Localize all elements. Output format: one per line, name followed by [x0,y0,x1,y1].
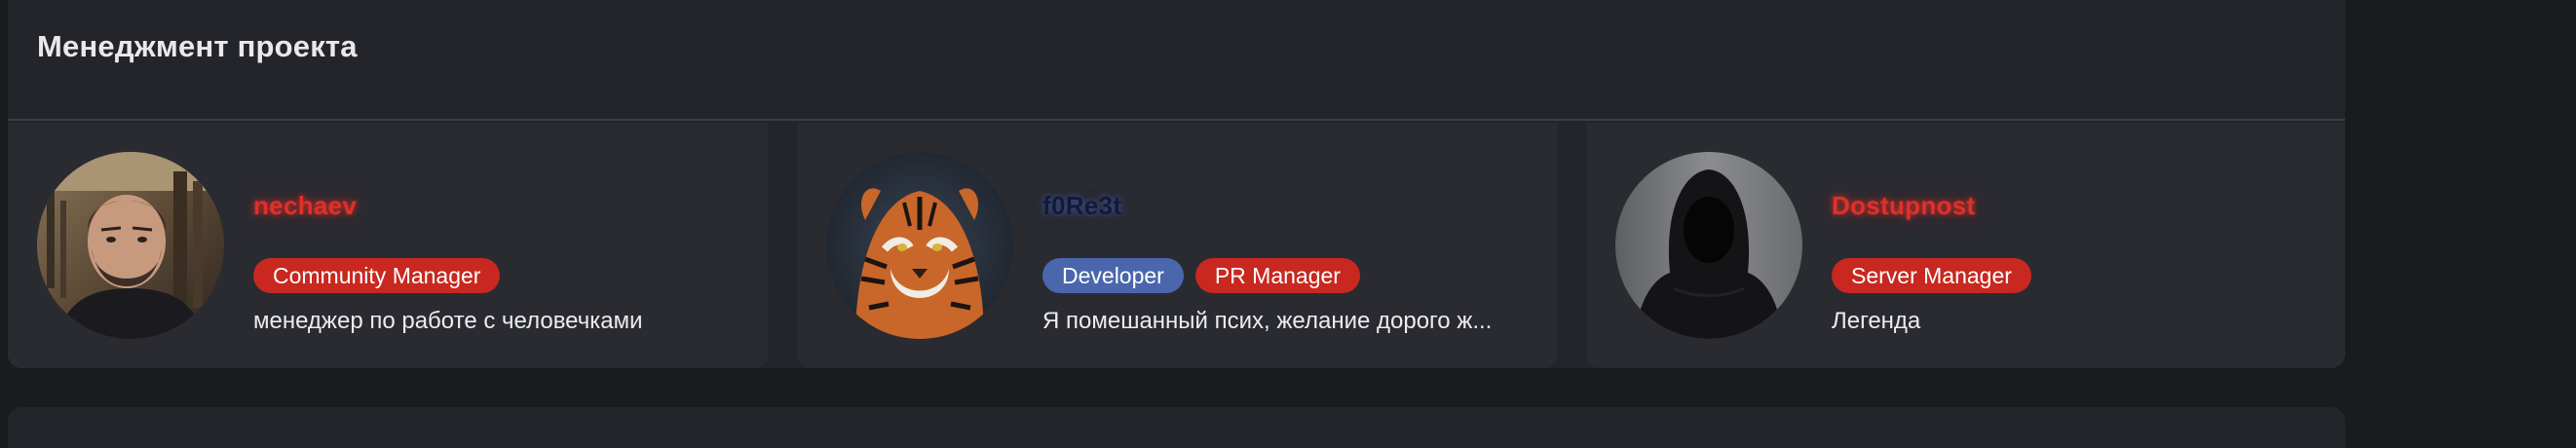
page: Менеджмент проекта nechaev Community Man… [0,0,2576,448]
tiger-avatar-image [826,152,1013,339]
section-header: Менеджмент проекта [8,0,2345,121]
member-card-dostupnost[interactable]: Dostupnost Server Manager Легенда [1586,123,2345,368]
role-badge-pr-manager: PR Manager [1194,258,1360,293]
member-name[interactable]: nechaev [253,191,357,221]
member-name[interactable]: Dostupnost [1832,191,1975,221]
role-badges: Server Manager [1832,258,2031,293]
bearded-man-avatar-image [37,152,224,339]
role-badge-server-manager: Server Manager [1832,258,2031,293]
avatar[interactable] [826,152,1013,339]
next-section-panel [8,407,2345,448]
project-management-section: Менеджмент проекта nechaev Community Man… [8,0,2345,368]
avatar[interactable] [1615,152,1802,339]
role-badges: Community Manager [253,258,501,293]
role-badge-developer: Developer [1042,258,1184,293]
member-card-f0re3t[interactable]: f0Re3t Developer PR Manager Я помешанный… [797,123,1557,368]
member-description: Я помешанный псих, желание дорого ж... [1042,308,1493,334]
member-cards: nechaev Community Manager менеджер по ра… [8,123,2345,368]
role-badge-community-manager: Community Manager [253,258,501,293]
section-title: Менеджмент проекта [37,29,358,63]
member-card-nechaev[interactable]: nechaev Community Manager менеджер по ра… [8,123,768,368]
role-badges: Developer PR Manager [1042,258,1360,293]
member-description: Легенда [1832,308,1921,334]
hooded-figure-avatar-image [1615,152,1802,339]
member-name[interactable]: f0Re3t [1042,191,1121,221]
member-description: менеджер по работе с человечками [253,308,643,334]
avatar[interactable] [37,152,224,339]
